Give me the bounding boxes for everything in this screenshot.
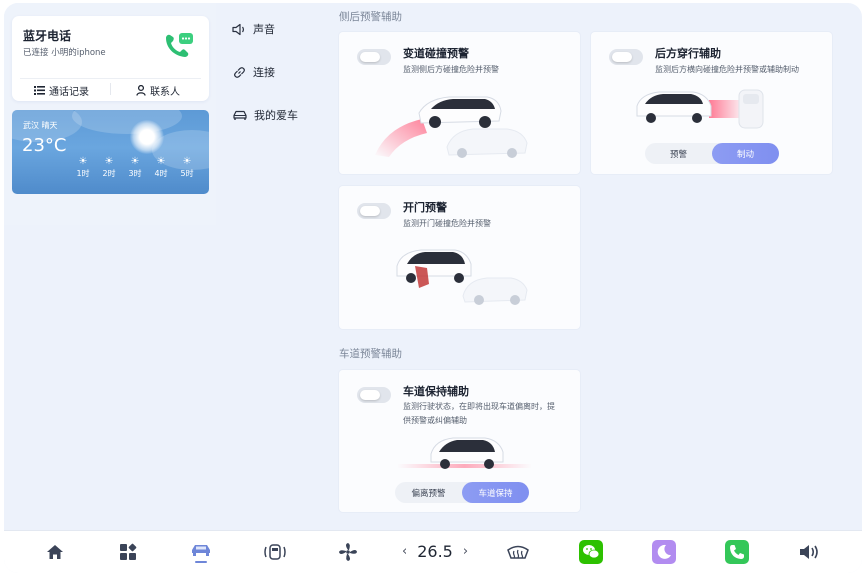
menu-label: 声音 — [253, 23, 275, 36]
option-departure-warning[interactable]: 偏离预警 — [395, 482, 462, 503]
car-icon — [233, 110, 247, 120]
contacts-button[interactable]: 联系人 — [136, 82, 180, 98]
forecast-label: 1时 — [76, 169, 90, 178]
option-brake[interactable]: 制动 — [712, 143, 779, 164]
menu-item-sound[interactable]: 声音 — [232, 20, 275, 38]
cloud — [72, 110, 182, 134]
forecast-label: 3时 — [128, 169, 142, 178]
card-title: 后方穿行辅助 — [655, 47, 721, 60]
forecast-hour: ☀ 1时 — [75, 155, 91, 179]
sun-icon: ☀ — [78, 156, 88, 167]
screen: 蓝牙电话 已连接 小明的iphone 通话记录 联系人 武汉 晴天 23°C ☀… — [4, 3, 862, 573]
lane-keep-illustration — [397, 437, 532, 469]
home-icon[interactable] — [42, 539, 68, 565]
link-icon — [234, 66, 245, 78]
lane-change-illustration — [375, 96, 528, 158]
card-lane-keep-assist: 车道保持辅助 监测行驶状态，在即将出现车道偏离时，提 供预警或纠偏辅助 偏离预警… — [339, 370, 580, 512]
sun-icon: ☀ — [156, 156, 166, 167]
card-description: 监测侧后方碰撞危险并预警 — [403, 65, 499, 74]
temperature-control: ‹ 26.5 › — [402, 542, 468, 561]
sun-glow — [130, 120, 164, 154]
card-rear-cross-traffic: 后方穿行辅助 监测后方横向碰撞危险并预警或辅助制动 预警 制动 — [591, 32, 832, 174]
bluetooth-phone-card[interactable]: 蓝牙电话 已连接 小明的iphone 通话记录 联系人 — [12, 16, 209, 101]
apps-icon[interactable] — [115, 539, 141, 565]
forecast-label: 5时 — [180, 169, 194, 178]
card-description: 监测开门碰撞危险并预警 — [403, 219, 491, 228]
rear-cross-toggle[interactable] — [609, 49, 643, 65]
divider — [20, 78, 201, 79]
card-title: 车道保持辅助 — [403, 385, 469, 398]
call-log-button[interactable]: 通话记录 — [34, 82, 89, 98]
rear-cross-illustration — [636, 89, 764, 129]
active-indicator — [195, 560, 207, 563]
temperature-decrease-button[interactable]: ‹ — [402, 544, 407, 559]
weather-location: 武汉 晴天 — [23, 121, 58, 130]
left-column: 蓝牙电话 已连接 小明的iphone 通话记录 联系人 武汉 晴天 23°C ☀… — [4, 3, 216, 225]
forecast-hour: ☀ 4时 — [153, 155, 169, 179]
forecast-label: 2时 — [102, 169, 116, 178]
phone-icon[interactable] — [724, 539, 750, 565]
card-lane-change-warning: 变道碰撞预警 监测侧后方碰撞危险并预警 — [339, 32, 580, 174]
forecast-hour: ☀ 5时 — [179, 155, 195, 179]
temperature-value: 26.5 — [417, 542, 453, 561]
divider — [110, 83, 111, 95]
forecast-hour: ☀ 2时 — [101, 155, 117, 179]
moon-icon[interactable] — [651, 539, 677, 565]
lane-keep-mode-selector: 偏离预警 车道保持 — [395, 482, 529, 503]
contacts-label: 联系人 — [150, 86, 180, 98]
door-open-toggle[interactable] — [357, 203, 391, 219]
wechat-icon[interactable] — [578, 539, 604, 565]
card-title: 开门预警 — [403, 201, 447, 214]
option-warning[interactable]: 预警 — [645, 143, 712, 164]
temperature-increase-button[interactable]: › — [463, 544, 468, 559]
speaker-icon — [232, 23, 244, 35]
forecast-hour: ☀ 3时 — [127, 155, 143, 179]
card-description-line2: 供预警或纠偏辅助 — [403, 416, 467, 425]
bottom-dock: ‹ 26.5 › — [4, 530, 862, 573]
defrost-icon[interactable] — [505, 539, 531, 565]
fan-icon[interactable] — [335, 539, 361, 565]
card-title: 变道碰撞预警 — [403, 47, 469, 60]
sun-icon: ☀ — [130, 156, 140, 167]
vehicle-control-icon[interactable] — [262, 539, 288, 565]
forecast-label: 4时 — [154, 169, 168, 178]
phone-icon — [162, 32, 196, 72]
sun-icon: ☀ — [182, 156, 192, 167]
card-door-open-warning: 开门预警 监测开门碰撞危险并预警 — [339, 186, 580, 329]
menu-label: 我的爱车 — [254, 109, 298, 122]
option-lane-keep[interactable]: 车道保持 — [462, 482, 529, 503]
car-icon[interactable] — [188, 539, 214, 565]
list-icon — [34, 86, 45, 95]
menu-item-my-car[interactable]: 我的爱车 — [232, 106, 298, 124]
lane-keep-toggle[interactable] — [357, 387, 391, 403]
volume-icon[interactable] — [796, 539, 822, 565]
bluetooth-title: 蓝牙电话 — [23, 29, 72, 43]
weather-temperature: 23°C — [22, 135, 67, 156]
weather-card[interactable]: 武汉 晴天 23°C ☀ 1时 ☀ 2时 ☀ 3时 ☀ 4时 ☀ 5时 — [12, 110, 209, 194]
bluetooth-status: 已连接 小明的iphone — [23, 48, 106, 58]
section-title-lane: 车道预警辅助 — [339, 348, 402, 360]
settings-menu: 声音 连接 我的爱车 — [220, 3, 332, 225]
rear-cross-mode-selector: 预警 制动 — [645, 143, 779, 164]
door-open-illustration — [396, 249, 528, 305]
section-title-rear-side: 侧后预警辅助 — [339, 11, 402, 23]
lane-change-toggle[interactable] — [357, 49, 391, 65]
card-description: 监测后方横向碰撞危险并预警或辅助制动 — [655, 65, 799, 74]
call-log-label: 通话记录 — [49, 86, 89, 98]
card-description-line1: 监测行驶状态，在即将出现车道偏离时，提 — [403, 402, 555, 411]
person-icon — [136, 84, 146, 96]
menu-item-connect[interactable]: 连接 — [232, 63, 275, 81]
menu-label: 连接 — [253, 66, 275, 79]
sun-icon: ☀ — [104, 156, 114, 167]
